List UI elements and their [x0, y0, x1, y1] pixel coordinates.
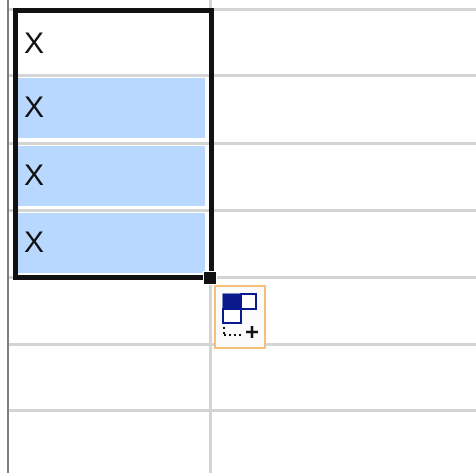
cell-b1[interactable] — [213, 12, 476, 73]
cell-a7[interactable] — [10, 413, 208, 473]
spreadsheet-grid: X X X X — [0, 0, 476, 473]
row-divider — [9, 8, 476, 11]
auto-fill-options-button[interactable] — [214, 285, 266, 349]
cell-a6[interactable] — [10, 347, 208, 408]
cell-a1[interactable]: X — [18, 14, 205, 74]
cell-a3[interactable]: X — [18, 146, 205, 206]
cell-b4[interactable] — [213, 213, 476, 275]
cell-a4[interactable]: X — [18, 213, 205, 273]
cell-b3[interactable] — [213, 146, 476, 208]
cell-a5[interactable] — [10, 280, 208, 342]
row-divider — [9, 276, 476, 279]
fill-handle[interactable] — [203, 271, 217, 285]
grid-left-border — [7, 0, 9, 473]
column-divider — [209, 0, 212, 473]
cell-a2[interactable]: X — [18, 78, 205, 138]
row-divider — [9, 209, 476, 212]
row-divider — [9, 409, 476, 412]
row-divider — [9, 142, 476, 145]
row-divider — [9, 74, 476, 77]
cell-b2[interactable] — [213, 78, 476, 141]
